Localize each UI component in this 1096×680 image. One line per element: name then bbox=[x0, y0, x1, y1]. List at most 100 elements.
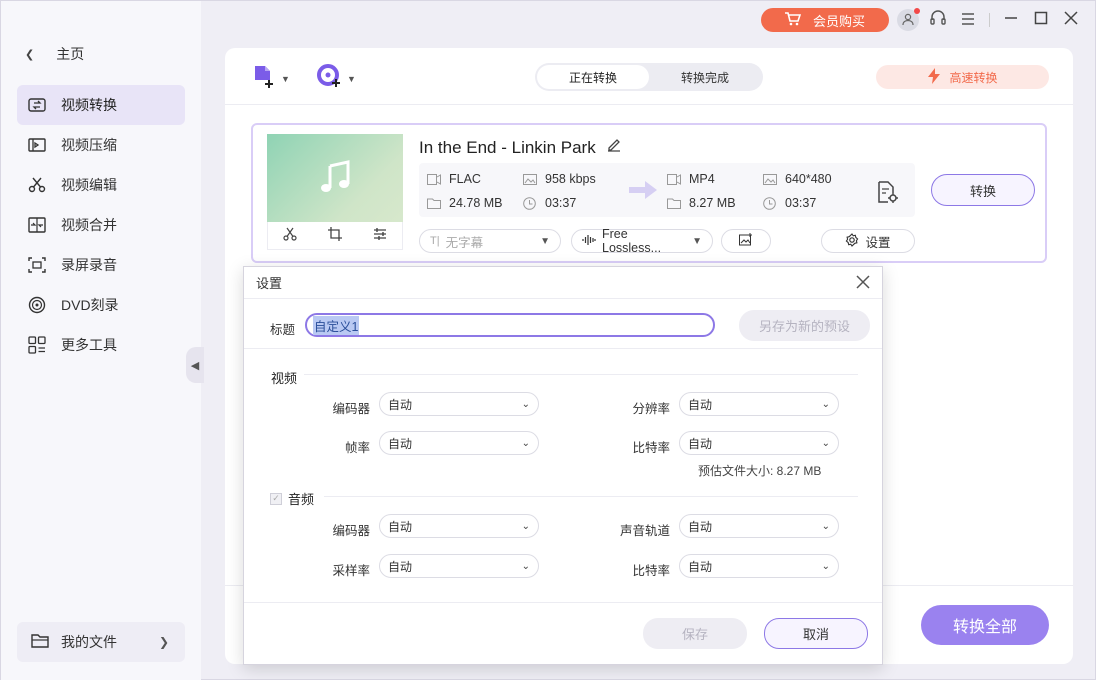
settings-dialog: 设置 标题 自定义1 另存为新的预设 视频 编码器 自动 ⌄ 分辨率 自动 ⌄ bbox=[243, 266, 883, 665]
convert-button[interactable]: 转换 bbox=[931, 174, 1035, 206]
sidebar-item-video-convert[interactable]: 视频转换 bbox=[17, 85, 185, 125]
video-encoder-label: 编码器 bbox=[290, 398, 370, 417]
folder-icon bbox=[31, 633, 49, 651]
folder-icon bbox=[667, 197, 681, 209]
chevron-down-icon: ▼ bbox=[692, 236, 702, 247]
resolution-select[interactable]: 自动 ⌄ bbox=[679, 392, 839, 416]
sidebar-item-label: 视频转换 bbox=[61, 95, 117, 115]
format-info-box: FLAC 958 kbps 24.78 MB 03:37 bbox=[419, 163, 915, 217]
sidebar-item-video-compress[interactable]: 视频压缩 bbox=[17, 125, 185, 165]
fast-convert-label: 高速转换 bbox=[949, 69, 997, 86]
samplerate-select[interactable]: 自动 ⌄ bbox=[379, 554, 539, 578]
output-settings-button[interactable] bbox=[877, 180, 899, 207]
close-icon bbox=[1064, 11, 1078, 29]
cancel-button[interactable]: 取消 bbox=[764, 618, 868, 649]
tab-finished[interactable]: 转换完成 bbox=[649, 65, 761, 89]
video-encoder-select[interactable]: 自动 ⌄ bbox=[379, 392, 539, 416]
collapse-sidebar-button[interactable]: ◀ bbox=[186, 347, 204, 383]
audio-track-select[interactable]: Free Lossless... ▼ bbox=[571, 229, 713, 253]
chevron-left-icon: ❮ bbox=[25, 48, 34, 61]
disc-icon bbox=[27, 295, 47, 315]
close-window-button[interactable] bbox=[1056, 7, 1086, 33]
add-files-button[interactable]: ▼ bbox=[253, 64, 290, 93]
target-size-value: 8.27 MB bbox=[689, 196, 736, 210]
caret-down-icon: ▼ bbox=[347, 74, 356, 84]
audio-encoder-select[interactable]: 自动 ⌄ bbox=[379, 514, 539, 538]
target-format: MP4 bbox=[667, 172, 715, 186]
merge-icon bbox=[27, 215, 47, 235]
home-link[interactable]: ❮ 主页 bbox=[25, 43, 84, 65]
dialog-close-button[interactable] bbox=[856, 274, 870, 292]
vip-purchase-button[interactable]: 会员购买 bbox=[761, 8, 889, 32]
cart-icon bbox=[785, 12, 801, 29]
channel-select[interactable]: 自动 ⌄ bbox=[679, 514, 839, 538]
arrow-right-icon bbox=[629, 179, 659, 207]
headset-icon bbox=[929, 9, 947, 31]
sidebar-nav: 视频转换 视频压缩 视频编辑 视频合并 bbox=[17, 85, 185, 365]
minimize-icon bbox=[1004, 11, 1018, 29]
clock-icon bbox=[763, 197, 777, 209]
settings-button[interactable]: 设置 bbox=[821, 229, 915, 253]
audio-encoder-label: 编码器 bbox=[290, 520, 370, 539]
source-duration-value: 03:37 bbox=[545, 196, 576, 210]
channel-label: 声音轨道 bbox=[590, 520, 670, 539]
save-button[interactable]: 保存 bbox=[643, 618, 747, 649]
audio-bitrate-select[interactable]: 自动 ⌄ bbox=[679, 554, 839, 578]
maximize-button[interactable] bbox=[1026, 7, 1056, 33]
sidebar-item-label: 视频编辑 bbox=[61, 175, 117, 195]
maximize-icon bbox=[1034, 11, 1048, 29]
scissors-icon bbox=[283, 229, 297, 244]
preset-title-row: 标题 自定义1 另存为新的预设 bbox=[244, 299, 882, 349]
video-section-divider bbox=[304, 374, 858, 375]
audio-encoder-value: 自动 bbox=[388, 518, 412, 535]
support-button[interactable] bbox=[923, 7, 953, 33]
sidebar-item-video-merge[interactable]: 视频合并 bbox=[17, 205, 185, 245]
image-icon bbox=[523, 173, 537, 185]
add-disc-button[interactable]: ▼ bbox=[317, 64, 356, 93]
chevron-right-icon: ❯ bbox=[159, 635, 169, 649]
tab-converting[interactable]: 正在转换 bbox=[537, 65, 649, 89]
music-note-icon bbox=[318, 160, 352, 197]
framerate-select[interactable]: 自动 ⌄ bbox=[379, 431, 539, 455]
sidebar-item-video-edit[interactable]: 视频编辑 bbox=[17, 165, 185, 205]
sidebar-item-label: 更多工具 bbox=[61, 335, 117, 355]
preset-title-input[interactable]: 自定义1 bbox=[305, 313, 715, 337]
convert-all-button[interactable]: 转换全部 bbox=[921, 605, 1049, 645]
chevron-down-icon: ▼ bbox=[540, 236, 550, 247]
effects-button[interactable] bbox=[373, 227, 387, 244]
gear-icon bbox=[845, 233, 859, 250]
my-files-button[interactable]: 我的文件 ❯ bbox=[17, 622, 185, 662]
video-bitrate-label: 比特率 bbox=[590, 437, 670, 456]
audio-checkbox[interactable]: ✓ bbox=[270, 493, 282, 505]
sidebar-item-screen-record[interactable]: 录屏录音 bbox=[17, 245, 185, 285]
fast-convert-button[interactable]: 高速转换 bbox=[876, 65, 1049, 89]
video-bitrate-select[interactable]: 自动 ⌄ bbox=[679, 431, 839, 455]
crop-button[interactable] bbox=[328, 227, 342, 244]
status-tabs: 正在转换 转换完成 bbox=[535, 63, 763, 91]
audio-bitrate-label: 比特率 bbox=[590, 560, 670, 579]
save-as-preset-button[interactable]: 另存为新的预设 bbox=[739, 310, 870, 341]
file-card: In the End - Linkin Park FLAC 958 kbps bbox=[251, 123, 1047, 263]
chevron-left-icon: ◀ bbox=[191, 359, 199, 372]
chevron-down-icon: ⌄ bbox=[822, 561, 830, 572]
source-bitrate-value: 958 kbps bbox=[545, 172, 596, 186]
file-name: In the End - Linkin Park bbox=[419, 138, 596, 158]
edit-name-button[interactable] bbox=[606, 137, 622, 158]
chevron-down-icon: ⌄ bbox=[822, 521, 830, 532]
sidebar-item-dvd[interactable]: DVD刻录 bbox=[17, 285, 185, 325]
minimize-button[interactable] bbox=[996, 7, 1026, 33]
sidebar-item-more-tools[interactable]: 更多工具 bbox=[17, 325, 185, 365]
subtitle-select[interactable]: T| 无字幕 ▼ bbox=[419, 229, 561, 253]
audio-section-divider bbox=[324, 496, 858, 497]
add-watermark-button[interactable] bbox=[721, 229, 771, 253]
sidebar-item-label: 视频合并 bbox=[61, 215, 117, 235]
clock-icon bbox=[523, 197, 537, 209]
trim-button[interactable] bbox=[283, 227, 297, 244]
menu-button[interactable] bbox=[953, 7, 983, 33]
audio-bitrate-value: 自动 bbox=[688, 558, 712, 575]
user-avatar[interactable] bbox=[897, 9, 919, 31]
file-thumbnail bbox=[267, 134, 403, 222]
source-size-value: 24.78 MB bbox=[449, 196, 503, 210]
source-format-value: FLAC bbox=[449, 172, 481, 186]
chevron-down-icon: ⌄ bbox=[522, 438, 530, 449]
